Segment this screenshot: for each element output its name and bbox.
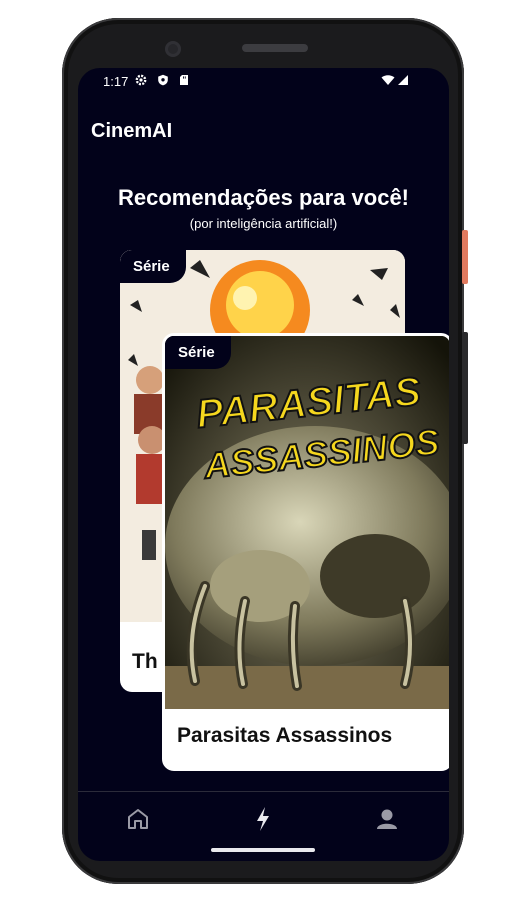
front-camera xyxy=(165,41,181,57)
recommendations-subtitle: (por inteligência artificial!) xyxy=(189,216,338,231)
status-time: 1:17 xyxy=(103,74,129,89)
home-icon[interactable] xyxy=(121,802,155,836)
shield-icon xyxy=(158,74,168,86)
signal-icon xyxy=(398,75,408,85)
bolt-icon[interactable] xyxy=(246,802,280,836)
poster-image: PARASITAS ASSASSINOS xyxy=(165,336,449,709)
profile-icon[interactable] xyxy=(370,802,404,836)
app-screen: 1:17 CinemAI Recomendações para você! (p… xyxy=(78,68,449,861)
card-type-badge: Série xyxy=(120,250,186,283)
earpiece-speaker xyxy=(242,44,308,52)
recommendations-heading: Recomendações para você! xyxy=(117,185,410,210)
home-gesture-bar[interactable] xyxy=(211,848,315,852)
card-title: Th xyxy=(132,650,158,673)
wifi-icon xyxy=(381,75,395,85)
app-title: CinemAI xyxy=(91,120,173,142)
volume-button xyxy=(462,332,468,444)
sd-card-icon xyxy=(180,75,188,85)
card-title: Parasitas Assassinos xyxy=(177,724,393,747)
card-type-badge: Série xyxy=(165,336,231,369)
settings-icon xyxy=(135,74,147,86)
power-button xyxy=(462,230,468,284)
status-bar: 1:17 xyxy=(78,68,449,94)
recommendation-card-front[interactable]: PARASITAS ASSASSINOS Série Parasitas Ass… xyxy=(162,333,449,771)
